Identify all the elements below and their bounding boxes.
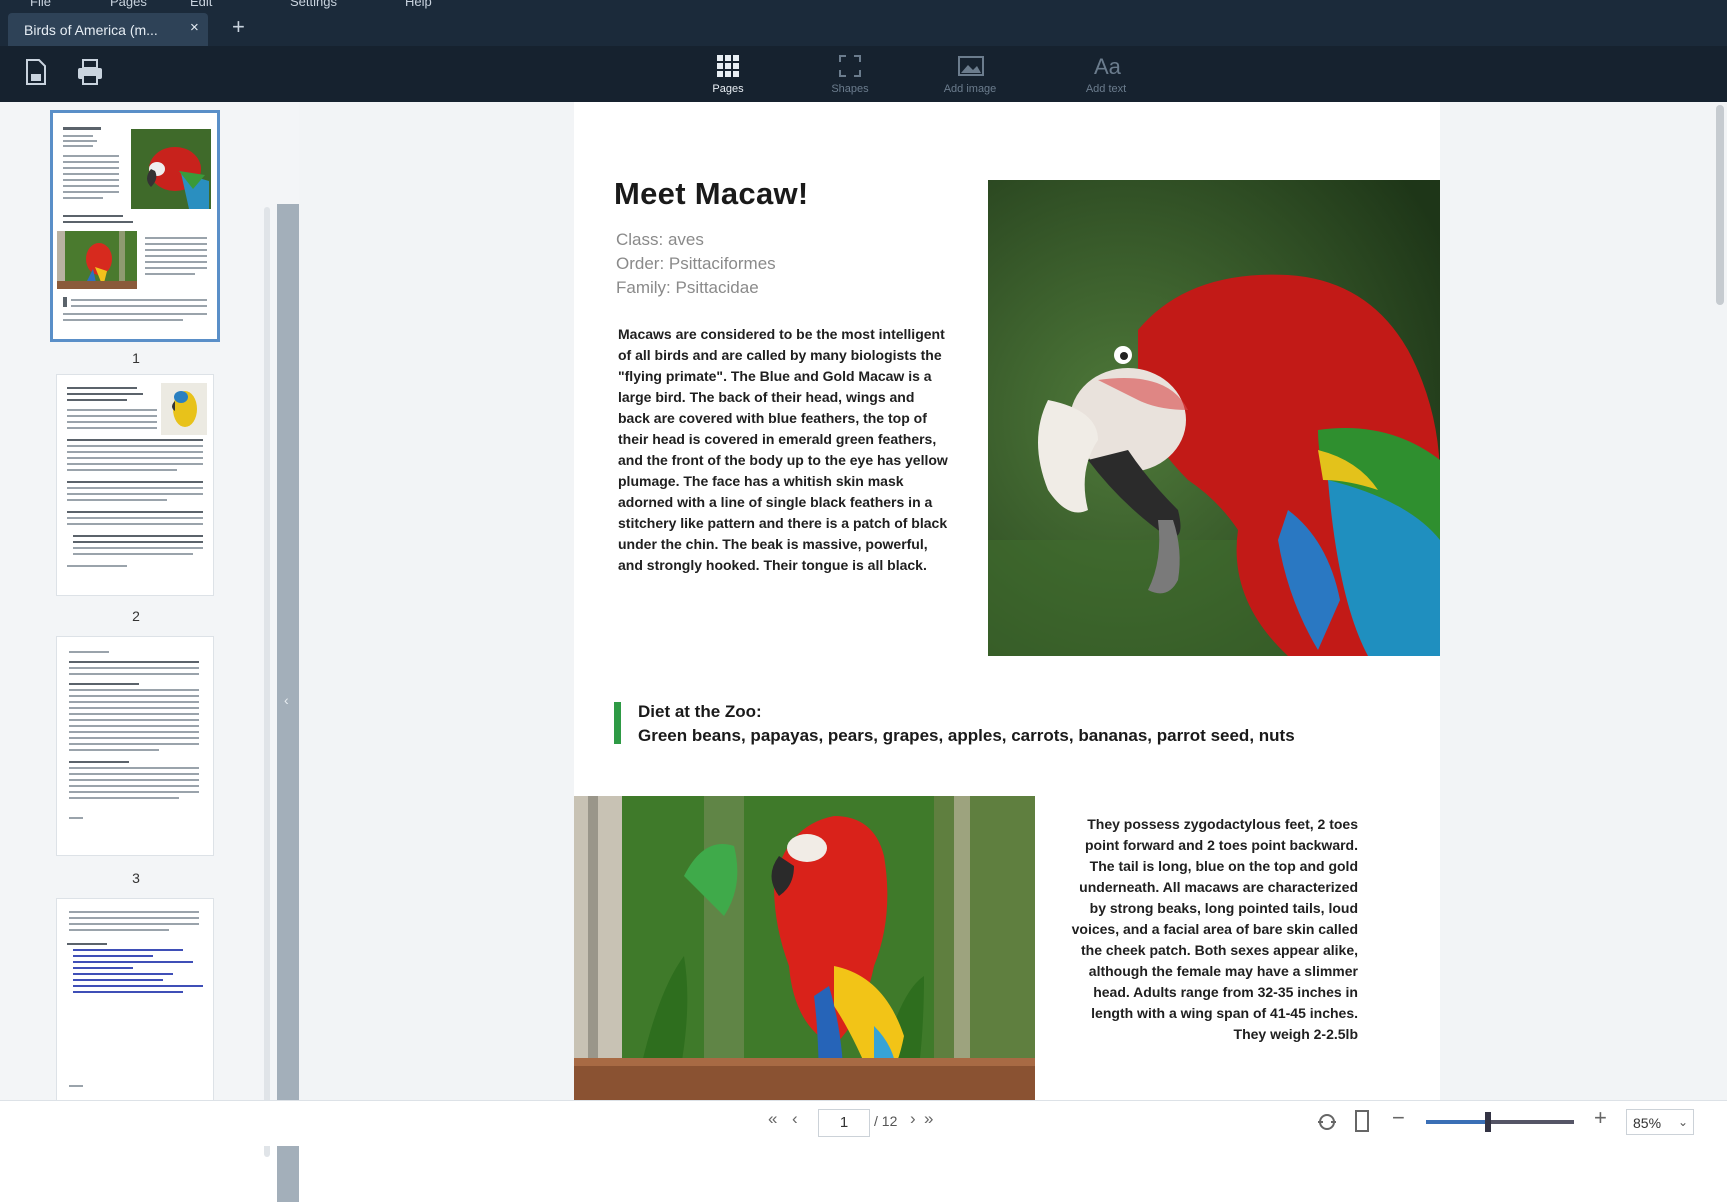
taxonomy-class: Class: aves	[616, 230, 704, 249]
add-text-icon: Aa	[1094, 54, 1122, 78]
zoom-slider-handle[interactable]	[1485, 1112, 1492, 1132]
thumbnail-scarlet-macaw-photo	[57, 231, 137, 289]
scarlet-macaw-photo	[574, 796, 1035, 1100]
viewer-scrollbar[interactable]	[1716, 105, 1724, 305]
page-number-input[interactable]: 1	[818, 1109, 870, 1137]
zoom-in-button[interactable]: +	[1594, 1105, 1607, 1131]
document-page: Meet Macaw! Class: aves Order: Psittacif…	[574, 102, 1440, 1100]
menu-edit[interactable]: Edit	[190, 0, 212, 9]
menu-settings[interactable]: Settings	[290, 0, 337, 9]
macaw-description-paragraph: Macaws are considered to be the most int…	[618, 326, 948, 573]
tool-add-image-label: Add image	[943, 83, 997, 95]
toolbar: Pages Shapes Add image Aa Add text	[0, 46, 1727, 102]
tool-add-image[interactable]: Add image	[930, 50, 1010, 100]
fit-page-icon[interactable]	[1354, 1109, 1370, 1138]
close-tab-icon[interactable]: ×	[190, 19, 199, 36]
prev-page-button[interactable]: ‹	[792, 1109, 798, 1129]
macaw-anatomy-paragraph: They possess zygodactylous feet, 2 toes …	[1071, 816, 1358, 1042]
tab-bar: Birds of America (m... × +	[0, 10, 1727, 46]
rotate-view-icon[interactable]	[1316, 1111, 1338, 1138]
save-icon[interactable]	[24, 58, 48, 91]
first-page-button[interactable]: «	[768, 1109, 777, 1129]
page-thumbnail-1[interactable]	[50, 110, 220, 342]
thumbnail-panel: 1 2 3 ‹	[0, 102, 300, 1202]
thumbnail-blue-gold-macaw-photo	[161, 383, 207, 435]
document-tab[interactable]: Birds of America (m... ×	[8, 13, 208, 46]
page-total: / 12	[874, 1113, 898, 1129]
tool-pages-label: Pages	[712, 83, 744, 95]
page-title: Meet Macaw!	[614, 176, 809, 211]
zoom-dropdown-icon[interactable]: ⌄	[1678, 1109, 1688, 1135]
print-icon[interactable]	[76, 58, 104, 91]
add-image-icon	[958, 56, 984, 76]
tool-shapes-label: Shapes	[831, 83, 869, 95]
panel-splitter[interactable]: ‹	[277, 204, 299, 1202]
page-thumbnail-2[interactable]	[56, 374, 214, 596]
zoom-slider-fill	[1426, 1120, 1489, 1124]
thumbnail-number-1: 1	[132, 350, 140, 366]
thumbnail-number-3: 3	[132, 870, 140, 886]
taxonomy-family: Family: Psittacidae	[616, 278, 759, 297]
menu-bar: File Pages Edit Settings Help	[0, 0, 1727, 10]
svg-text:Aa: Aa	[1094, 54, 1122, 78]
menu-pages[interactable]: Pages	[110, 0, 147, 9]
menu-file[interactable]: File	[30, 0, 51, 9]
thumbnail-macaw-photo	[131, 129, 211, 209]
next-page-button[interactable]: ›	[910, 1109, 916, 1129]
tool-shapes[interactable]: Shapes	[810, 50, 890, 100]
green-winged-macaw-photo	[988, 180, 1440, 656]
tool-pages[interactable]: Pages	[688, 50, 768, 100]
collapse-panel-icon[interactable]: ‹	[284, 692, 289, 708]
diet-accent-bar	[614, 702, 621, 744]
document-tab-title: Birds of America (m...	[24, 22, 158, 38]
thumbnail-number-2: 2	[132, 608, 140, 624]
tool-add-text-label: Add text	[1085, 83, 1127, 95]
status-bar: « ‹ 1 / 12 › » − + 85% ⌄	[0, 1100, 1727, 1146]
new-tab-button[interactable]: +	[232, 16, 245, 38]
menu-help[interactable]: Help	[405, 0, 432, 9]
page-thumbnail-3[interactable]	[56, 636, 214, 856]
diet-items: Green beans, papayas, pears, grapes, app…	[638, 726, 1295, 745]
tool-add-text[interactable]: Aa Add text	[1066, 50, 1146, 100]
diet-heading: Diet at the Zoo:	[638, 702, 762, 721]
page-thumbnail-4[interactable]	[56, 898, 214, 1102]
zoom-slider[interactable]	[1426, 1112, 1574, 1132]
pages-grid-icon	[717, 55, 739, 77]
thumbnail-scrollbar[interactable]	[264, 207, 270, 1157]
shapes-icon	[839, 55, 861, 77]
taxonomy-order: Order: Psittaciformes	[616, 254, 776, 273]
zoom-out-button[interactable]: −	[1392, 1105, 1405, 1131]
last-page-button[interactable]: »	[924, 1109, 933, 1129]
